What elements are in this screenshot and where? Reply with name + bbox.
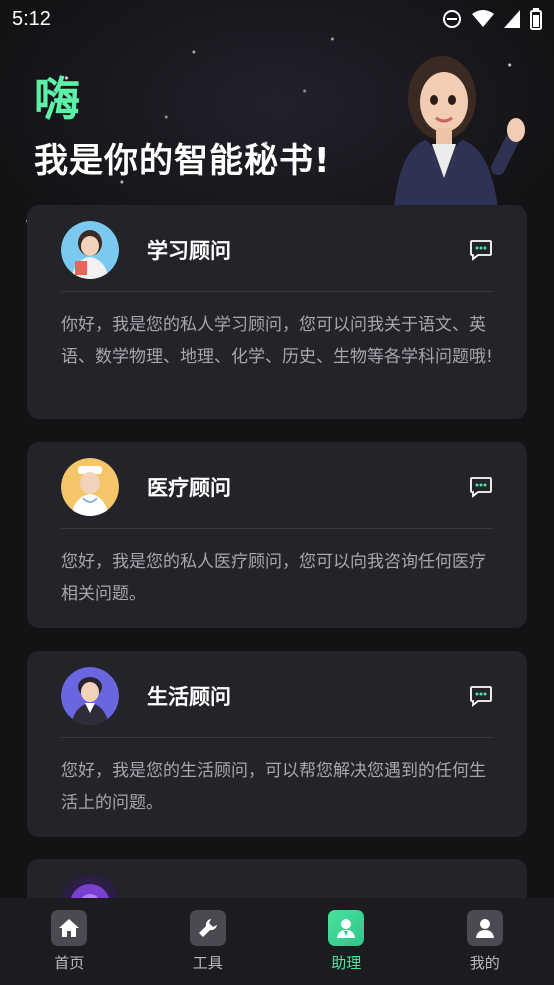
nav-label: 首页	[54, 954, 85, 972]
do-not-disturb-icon	[443, 10, 461, 28]
card-description: 您好，我是您的生活顾问，可以帮您解决您遇到的任何生活上的问题。	[61, 761, 486, 813]
assistant-icon	[337, 919, 356, 938]
card-title: 学习顾问	[147, 239, 231, 263]
chat-bubble-icon[interactable]	[469, 476, 493, 498]
card-description: 你好，我是您的私人学习顾问，您可以问我关于语文、英语、数学物理、地理、化学、历史…	[61, 315, 493, 367]
advisor-card-medical[interactable]: 医疗顾问 您好，我是您的私人医疗顾问，您可以向我咨询任何医疗相关问题。	[27, 442, 527, 628]
card-divider	[61, 291, 493, 292]
signal-icon	[504, 10, 520, 28]
wifi-icon	[472, 10, 494, 27]
advisor-card-study[interactable]: 学习顾问 你好，我是您的私人学习顾问，您可以问我关于语文、英语、数学物理、地理、…	[27, 205, 527, 419]
profile-icon	[475, 919, 494, 938]
nav-item-home[interactable]: 首页	[0, 898, 139, 985]
assistant-icon-box	[328, 910, 365, 946]
chat-bubble-icon[interactable]	[469, 239, 493, 261]
card-header: 生活顾问	[61, 667, 493, 725]
nav-item-tools[interactable]: 工具	[139, 898, 278, 985]
medical-advisor-avatar	[61, 458, 119, 516]
nav-label: 工具	[192, 954, 223, 972]
card-divider	[61, 528, 493, 529]
nav-label: 助理	[331, 954, 362, 972]
card-title: 医疗顾问	[147, 476, 231, 500]
greeting-subtitle: 我是你的智能秘书!	[34, 141, 331, 181]
card-description: 您好，我是您的私人医疗顾问，您可以向我咨询任何医疗相关问题。	[61, 552, 486, 604]
bottom-nav: 首页 工具 助理 我的	[0, 898, 554, 985]
profile-icon-box	[466, 910, 503, 946]
nav-item-profile[interactable]: 我的	[416, 898, 554, 985]
advisor-card-life[interactable]: 生活顾问 您好，我是您的生活顾问，可以帮您解决您遇到的任何生活上的问题。	[27, 651, 527, 837]
card-header: 学习顾问	[61, 221, 493, 279]
nav-item-assistant[interactable]: 助理	[277, 898, 416, 985]
greeting-hi: 嗨	[34, 72, 82, 126]
card-divider	[61, 737, 493, 738]
status-bar: 5:12	[0, 0, 554, 38]
home-icon-box	[51, 910, 88, 946]
status-icons	[442, 8, 542, 30]
study-advisor-avatar	[61, 221, 119, 279]
card-header: 医疗顾问	[61, 458, 493, 516]
wrench-icon	[198, 919, 217, 937]
home-icon	[59, 919, 80, 937]
chat-bubble-icon[interactable]	[469, 685, 493, 707]
battery-icon	[530, 8, 542, 30]
nav-label: 我的	[469, 954, 500, 972]
status-time: 5:12	[12, 7, 51, 30]
wrench-icon-box	[189, 910, 226, 946]
assistant-figure-illustration	[394, 56, 525, 208]
card-title: 生活顾问	[147, 685, 231, 709]
life-advisor-avatar	[61, 667, 119, 725]
